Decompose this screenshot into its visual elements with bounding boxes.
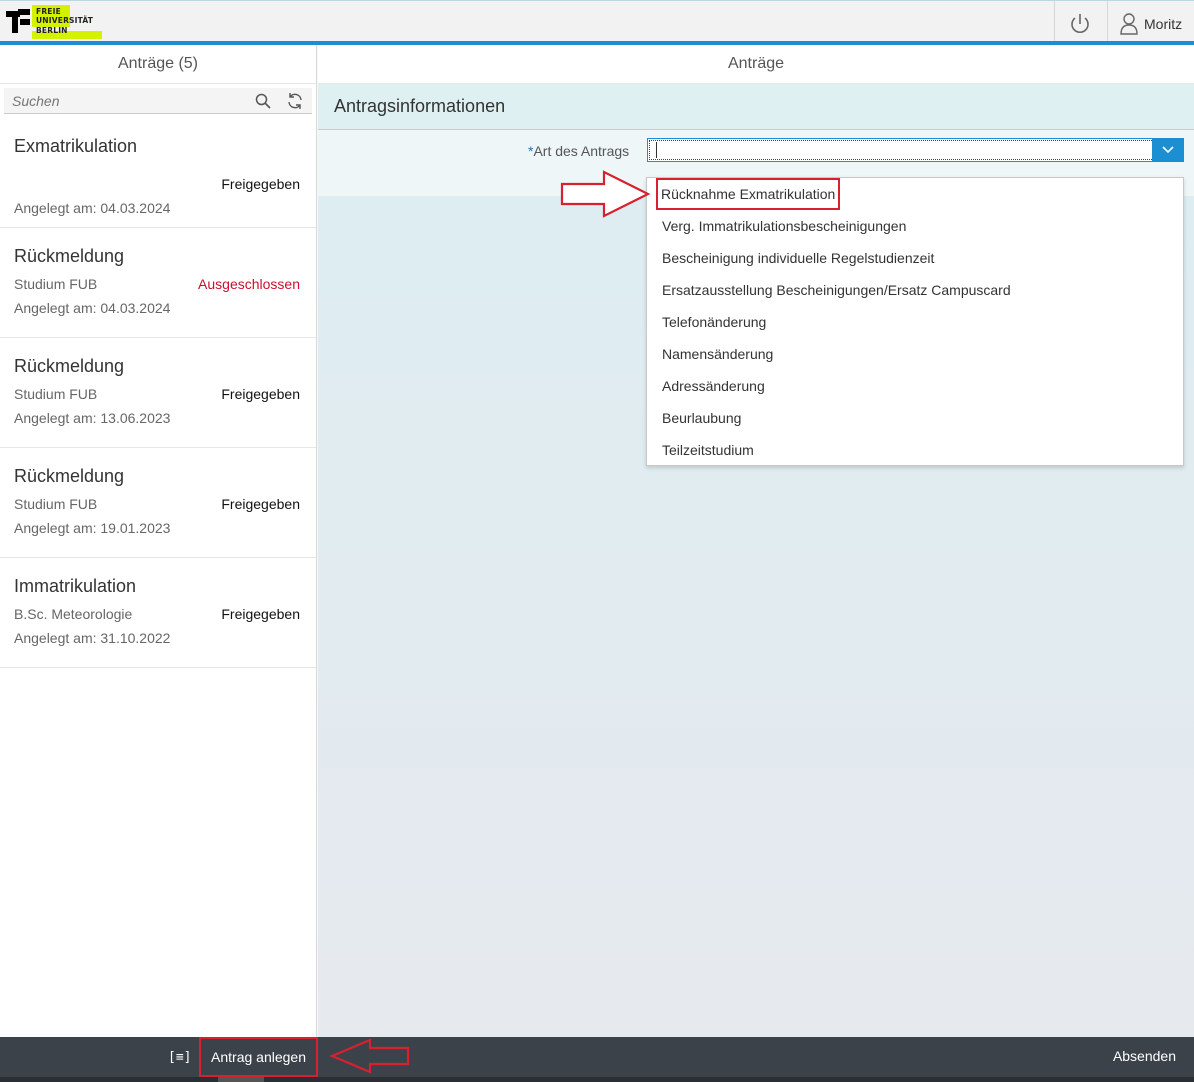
item-title: Rückmeldung [14, 466, 125, 486]
list-item[interactable]: Rückmeldung Studium FUB Freigegeben Ange… [0, 338, 316, 448]
logo-text-line1: FREIE [36, 7, 61, 16]
item-date: Angelegt am: 13.06.2023 [14, 410, 171, 426]
footer-toolbar: [≡] Antrag anlegen Absenden [0, 1037, 1194, 1082]
search-icon[interactable] [254, 92, 272, 110]
item-date: Angelegt am: 31.10.2022 [14, 630, 171, 646]
request-list-panel: Anträge (5) Exmatrikulation Freigegeben … [0, 45, 317, 1037]
item-subtitle: B.Sc. Meteorologie [14, 606, 133, 622]
dropdown-option[interactable]: Bescheinigung individuelle Regelstudienz… [647, 242, 1183, 274]
dropdown-toggle-button[interactable] [1152, 139, 1183, 161]
dropdown-option[interactable]: Beurlaubung [647, 402, 1183, 434]
item-subtitle: Studium FUB [14, 386, 98, 402]
list-item[interactable]: Rückmeldung Studium FUB Freigegeben Ange… [0, 448, 316, 558]
dropdown-option[interactable]: Telefonänderung [647, 306, 1183, 338]
request-type-dropdown: Rücknahme Exmatrikulation Verg. Immatrik… [646, 177, 1184, 466]
shell-bar: FREIE UNIVERSITÄT BERLIN Moritz [0, 0, 1194, 45]
dropdown-option[interactable]: Namensänderung [647, 338, 1183, 370]
fu-berlin-logo[interactable]: FREIE UNIVERSITÄT BERLIN [6, 5, 106, 41]
item-title: Rückmeldung [14, 246, 125, 266]
create-request-button[interactable]: Antrag anlegen [199, 1037, 318, 1077]
status-badge: Ausgeschlossen [198, 276, 300, 292]
item-title: Rückmeldung [14, 356, 125, 376]
request-type-label-text: Art des Antrags [533, 143, 630, 159]
submit-button[interactable]: Absenden [1113, 1048, 1176, 1064]
chevron-down-icon [1161, 146, 1174, 154]
detail-title: Anträge [318, 45, 1194, 84]
dropdown-option[interactable]: Adressänderung [647, 370, 1183, 402]
user-menu[interactable]: Moritz [1120, 11, 1182, 37]
status-badge: Freigegeben [221, 386, 300, 402]
list-item[interactable]: Exmatrikulation Freigegeben Angelegt am:… [0, 118, 316, 228]
dropdown-option[interactable]: Teilzeitstudium [647, 434, 1183, 466]
request-list-title: Anträge (5) [0, 45, 316, 84]
list-item[interactable]: Rückmeldung Studium FUB Ausgeschlossen A… [0, 228, 316, 338]
shell-divider [1054, 1, 1055, 41]
user-name: Moritz [1144, 16, 1183, 32]
user-icon [1120, 13, 1138, 35]
create-request-label: Antrag anlegen [211, 1049, 306, 1065]
list-item[interactable]: Immatrikulation B.Sc. Meteorologie Freig… [0, 558, 316, 668]
dropdown-option[interactable]: Ersatzausstellung Bescheinigungen/Ersatz… [647, 274, 1183, 306]
item-date: Angelegt am: 19.01.2023 [14, 520, 171, 536]
bottom-strip [0, 1077, 1194, 1082]
item-subtitle: Studium FUB [14, 276, 98, 292]
logo-text-line3: BERLIN [36, 26, 68, 35]
section-title: Antragsinformationen [318, 84, 1194, 130]
status-badge: Freigegeben [221, 496, 300, 512]
shell-divider [1107, 1, 1108, 41]
logout-power-icon[interactable] [1067, 11, 1093, 37]
item-date: Angelegt am: 04.03.2024 [14, 200, 171, 216]
search-bar [4, 88, 312, 114]
dropdown-option[interactable]: Verg. Immatrikulationsbescheinigungen [647, 210, 1183, 242]
scroll-thumb [218, 1077, 264, 1082]
refresh-icon[interactable] [286, 92, 304, 110]
list-toggle-icon[interactable]: [≡] [168, 1050, 191, 1068]
item-title: Exmatrikulation [14, 136, 138, 156]
status-badge: Freigegeben [221, 176, 300, 192]
text-cursor [656, 142, 657, 158]
annotation-arrow-left-icon [329, 1038, 410, 1074]
logo-text-line2: UNIVERSITÄT [36, 16, 94, 25]
option-label: Rücknahme Exmatrikulation [656, 178, 841, 210]
annotation-arrow-right-icon [560, 170, 651, 218]
item-title: Immatrikulation [14, 576, 137, 596]
request-type-select[interactable] [647, 138, 1184, 162]
status-badge: Freigegeben [221, 606, 300, 622]
request-type-label: *Art des Antrags [528, 143, 629, 159]
dropdown-option[interactable]: Rücknahme Exmatrikulation [647, 178, 1183, 210]
item-date: Angelegt am: 04.03.2024 [14, 300, 171, 316]
item-subtitle: Studium FUB [14, 496, 98, 512]
